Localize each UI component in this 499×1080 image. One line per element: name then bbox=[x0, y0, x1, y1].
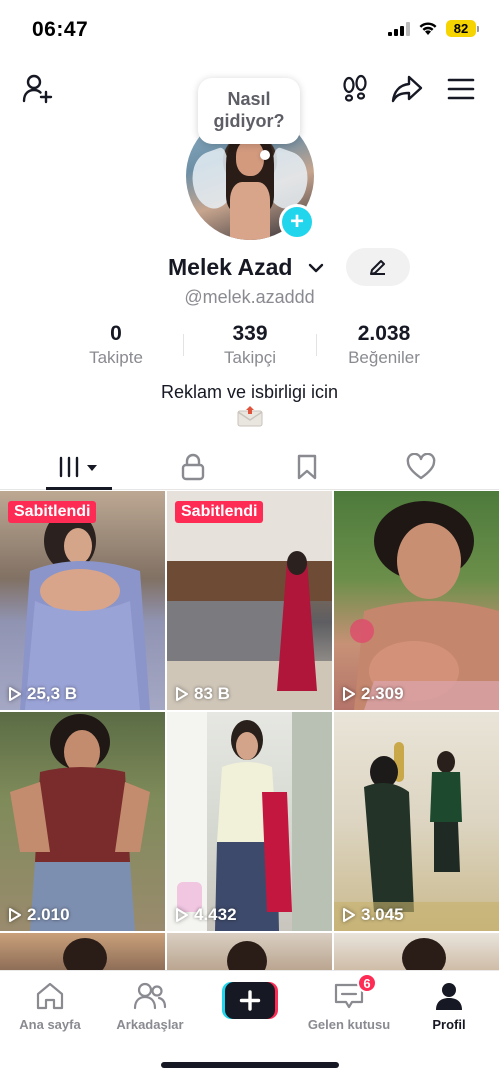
status-time: 06:47 bbox=[32, 18, 89, 41]
bubble-line-1: Nasıl bbox=[227, 89, 271, 109]
followers-count: 339 bbox=[232, 322, 268, 345]
friends-icon bbox=[133, 982, 167, 1010]
tab-private[interactable] bbox=[160, 444, 226, 490]
footprints-button[interactable] bbox=[338, 72, 372, 106]
plus-icon: + bbox=[289, 208, 304, 235]
status-icons: 82 bbox=[388, 20, 479, 37]
profile-name[interactable]: Melek Azad bbox=[168, 254, 292, 281]
bubble-line-2: gidiyor? bbox=[213, 111, 285, 131]
play-icon bbox=[9, 908, 21, 922]
play-icon bbox=[176, 908, 188, 922]
add-user-icon bbox=[22, 74, 53, 104]
edit-profile-button[interactable] bbox=[346, 248, 410, 286]
tab-active-indicator bbox=[46, 487, 112, 490]
account-switch-button[interactable] bbox=[306, 258, 326, 283]
video-tile[interactable] bbox=[167, 933, 332, 973]
heart-icon bbox=[406, 453, 436, 480]
profile-icon bbox=[436, 983, 462, 1010]
view-count: 2.010 bbox=[8, 905, 70, 925]
bubble-tail bbox=[260, 150, 270, 160]
stat-likes[interactable]: 2.038 Beğeniler bbox=[336, 322, 432, 368]
username: @melek.azaddd bbox=[184, 287, 315, 307]
view-count-text: 25,3 B bbox=[27, 684, 78, 703]
inbox-badge: 6 bbox=[357, 973, 377, 993]
home-indicator bbox=[161, 1062, 339, 1068]
nav-profile-label: Profil bbox=[432, 1017, 466, 1032]
view-count-text: 3.045 bbox=[361, 905, 404, 924]
view-count-text: 83 B bbox=[194, 684, 230, 703]
hamburger-menu-icon bbox=[447, 78, 475, 100]
footprints-icon bbox=[343, 74, 367, 102]
video-tile[interactable]: Sabitlendi 83 B bbox=[167, 491, 332, 710]
view-count: 83 B bbox=[175, 684, 230, 704]
name-row: Melek Azad bbox=[0, 248, 499, 286]
pinned-badge: Sabitlendi bbox=[8, 501, 97, 523]
following-label: Takipte bbox=[89, 348, 143, 367]
menu-button[interactable] bbox=[444, 72, 478, 106]
video-tile[interactable]: 2.010 bbox=[0, 712, 165, 931]
battery-level: 82 bbox=[446, 20, 476, 37]
bio-text: Reklam ve isbirligi icin bbox=[160, 382, 339, 402]
view-count-text: 4.432 bbox=[194, 905, 237, 924]
likes-count: 2.038 bbox=[357, 322, 411, 345]
likes-label: Beğeniler bbox=[348, 348, 420, 367]
video-tile[interactable] bbox=[334, 933, 499, 973]
play-icon bbox=[343, 687, 355, 701]
nav-inbox-label: Gelen kutusu bbox=[307, 1017, 391, 1032]
pinned-badge: Sabitlendi bbox=[175, 501, 264, 523]
video-tile[interactable]: Sabitlendi 25,3 B bbox=[0, 491, 165, 710]
status-bar: 06:47 82 bbox=[0, 0, 499, 58]
chevron-down-icon bbox=[308, 263, 324, 273]
followers-label: Takipçi bbox=[224, 348, 276, 367]
view-count: 25,3 B bbox=[8, 684, 77, 704]
wifi-icon bbox=[419, 22, 437, 35]
nav-profile[interactable]: Profil bbox=[399, 979, 499, 1032]
tab-saved[interactable] bbox=[274, 444, 340, 490]
play-icon bbox=[176, 687, 188, 701]
nav-home-label: Ana sayfa bbox=[19, 1017, 81, 1032]
envelope-icon bbox=[237, 406, 263, 427]
signal-icon bbox=[388, 21, 410, 36]
add-friend-button[interactable] bbox=[20, 72, 54, 106]
tab-liked[interactable] bbox=[388, 444, 454, 490]
following-count: 0 bbox=[110, 322, 122, 345]
view-count-text: 2.309 bbox=[361, 684, 404, 703]
add-story-button[interactable]: + bbox=[279, 204, 315, 240]
play-icon bbox=[9, 687, 21, 701]
video-tile[interactable]: 3.045 bbox=[334, 712, 499, 931]
stat-following[interactable]: 0 Takipte bbox=[76, 322, 156, 368]
stats-row: 0 Takipte 339 Takipçi 2.038 Beğeniler bbox=[0, 322, 499, 372]
videos-grid-icon bbox=[58, 456, 97, 478]
view-count: 3.045 bbox=[342, 905, 404, 925]
profile-tabs bbox=[0, 444, 499, 490]
pencil-icon bbox=[370, 260, 385, 275]
share-icon bbox=[391, 75, 423, 103]
share-button[interactable] bbox=[390, 72, 424, 106]
bookmark-icon bbox=[297, 454, 317, 480]
play-icon bbox=[343, 908, 355, 922]
view-count-text: 2.010 bbox=[27, 905, 70, 924]
lock-icon bbox=[181, 453, 205, 481]
tab-videos[interactable] bbox=[46, 444, 112, 490]
video-tile[interactable]: 4.432 bbox=[167, 712, 332, 931]
battery-icon: 82 bbox=[446, 20, 479, 37]
nav-friends-label: Arkadaşlar bbox=[116, 1017, 184, 1032]
nav-home[interactable]: Ana sayfa bbox=[0, 979, 100, 1032]
status-bubble[interactable]: Nasıl gidiyor? bbox=[198, 78, 300, 144]
create-button[interactable] bbox=[222, 982, 278, 1019]
nav-friends[interactable]: Arkadaşlar bbox=[100, 979, 200, 1032]
video-tile[interactable] bbox=[0, 933, 165, 973]
view-count: 2.309 bbox=[342, 684, 404, 704]
view-count: 4.432 bbox=[175, 905, 237, 925]
video-tile[interactable]: 2.309 bbox=[334, 491, 499, 710]
home-icon bbox=[36, 982, 64, 1010]
nav-inbox[interactable]: Gelen kutusu bbox=[299, 979, 399, 1032]
stat-followers[interactable]: 339 Takipçi bbox=[205, 322, 295, 368]
